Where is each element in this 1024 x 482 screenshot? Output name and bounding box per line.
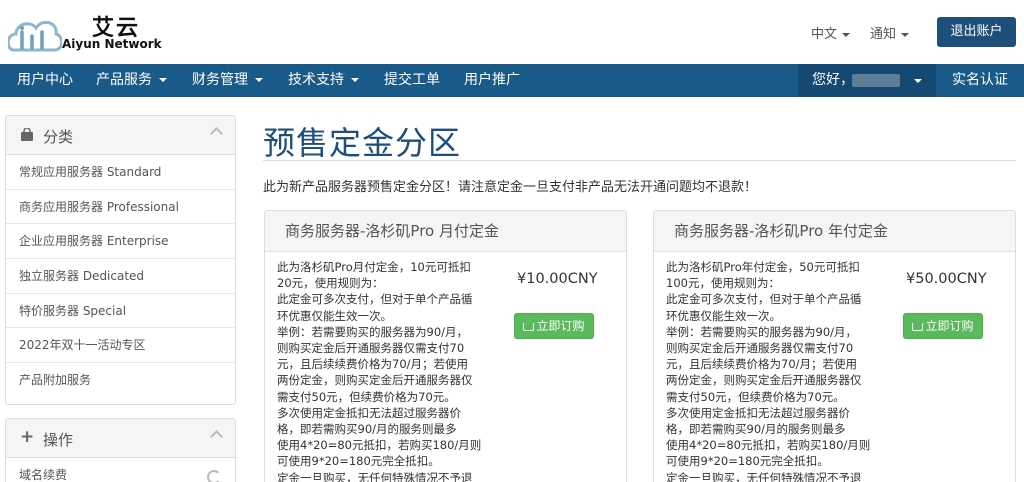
description-line: 两份定金，则购买定金后开通服务器仅 [666, 373, 862, 388]
description-line: 可使用9*20=180元完全抵扣。 [666, 454, 829, 469]
sidebar-item-addons[interactable]: 产品附加服务 [6, 363, 235, 398]
categories-panel-header[interactable]: 分类 [6, 116, 235, 155]
categories-panel: 分类 常规应用服务器 Standard 商务应用服务器 Professional… [5, 115, 236, 405]
sidebar-item-enterprise[interactable]: 企业应用服务器 Enterprise [6, 224, 235, 260]
cart-icon [912, 323, 924, 331]
description-line: 举例：若需要购买的服务器为90/月， [666, 324, 858, 339]
description-line: 则购买定金后开通服务器仅需支付70 [666, 341, 854, 356]
description-line: 环优惠仅能生效一次。 [666, 308, 781, 323]
title-divider [263, 160, 1016, 161]
nav-label: 用户推广 [464, 72, 520, 88]
description-line: 元，且后续续费价格为70/月；若使用 [277, 357, 469, 372]
chevron-up-icon[interactable] [210, 430, 223, 443]
nav-support[interactable]: 技术支持 [288, 64, 359, 97]
description-line: 定金一旦购买，无任何特殊情况不予退 [277, 470, 473, 482]
notice-text: 此为新产品服务器预售定金分区！请注意定金一旦支付非产品无法开通问题均不退款！ [263, 180, 758, 195]
description-line: 多次使用定金抵扣无法超过服务器价 [277, 405, 461, 420]
product-name: 商务服务器-洛杉矶Pro 年付定金 [654, 211, 1015, 252]
description-line: 此定金可多次支付，但对于单个产品循 [277, 292, 473, 307]
redacted-username [852, 74, 900, 87]
sidebar-item-domain-renew[interactable]: 域名续费 [6, 458, 235, 482]
chevron-down-icon [255, 78, 263, 82]
cart-icon [523, 323, 535, 331]
nav-label: 提交工单 [384, 72, 440, 88]
description-line: 使用4*20=80元抵扣，若购买180/月则 [277, 438, 482, 453]
product-card-yearly: 商务服务器-洛杉矶Pro 年付定金 此为洛杉矶Pro年付定金，50元可抵扣 10… [653, 210, 1016, 482]
product-description: 此为洛杉矶Pro年付定金，50元可抵扣 100元，使用规则为： 此定金可多次支付… [666, 259, 871, 482]
actions-title: 操作 [43, 431, 74, 449]
description-line: 20元，使用规则为： [277, 276, 384, 291]
order-label: 立即订购 [536, 319, 585, 333]
actions-panel: + 操作 域名续费 [5, 418, 236, 482]
order-label: 立即订购 [925, 319, 974, 333]
description-line: 100元，使用规则为： [666, 276, 780, 291]
brand-name-en: Aiyun Network [62, 37, 162, 51]
chevron-down-icon [914, 79, 922, 83]
nav-submit-ticket[interactable]: 提交工单 [384, 64, 440, 97]
logout-button[interactable]: 退出账户 [937, 17, 1016, 47]
language-label: 中文 [811, 27, 838, 42]
sidebar-item-standard[interactable]: 常规应用服务器 Standard [6, 155, 235, 190]
notifications-dropdown[interactable]: 通知 [870, 23, 910, 42]
description-line: 此为洛杉矶Pro月付定金，10元可抵扣 [277, 260, 471, 274]
order-now-button[interactable]: 立即订购 [903, 313, 983, 339]
main-nav: 用户中心 产品服务 财务管理 技术支持 提交工单 用户推广 您好， 实名认证 [0, 64, 1024, 97]
description-line: 举例：若需要购买的服务器为90/月， [277, 324, 469, 339]
top-header: 艾云 Aiyun Network 中文 通知 退出账户 [0, 0, 1024, 64]
description-line: 需支付50元，但续费价格为70元。 [666, 389, 845, 404]
product-price: ¥50.00CNY [906, 271, 987, 287]
product-card-monthly: 商务服务器-洛杉矶Pro 月付定金 此为洛杉矶Pro月付定金，10元可抵扣 20… [264, 210, 627, 482]
nav-label: 财务管理 [192, 72, 248, 88]
sidebar-item-special[interactable]: 特价服务器 Special [6, 294, 235, 329]
sidebar-item-professional[interactable]: 商务应用服务器 Professional [6, 190, 235, 225]
nav-finance[interactable]: 财务管理 [192, 64, 263, 97]
user-account-dropdown[interactable]: 您好， [798, 64, 936, 97]
nav-affiliates[interactable]: 用户推广 [464, 64, 520, 97]
notifications-label: 通知 [870, 27, 897, 42]
actions-panel-header[interactable]: + 操作 [6, 419, 235, 458]
description-line: 需支付50元，但续费价格为70元。 [277, 389, 456, 404]
description-line: 此定金可多次支付，但对于单个产品循 [666, 292, 862, 307]
sidebar-item-label: 域名续费 [19, 468, 68, 482]
description-line: 则购买定金后开通服务器仅需支付70 [277, 341, 465, 356]
nav-label: 技术支持 [288, 72, 344, 88]
page-title: 预售定金分区 [263, 124, 462, 162]
description-line: 元，且后续续费价格为70/月；若使用 [666, 357, 858, 372]
aiyun-cloud-logo-icon [8, 20, 62, 52]
nav-user-center[interactable]: 用户中心 [17, 64, 73, 97]
chevron-down-icon [842, 32, 851, 37]
plus-icon: + [20, 427, 35, 447]
chevron-down-icon [901, 32, 910, 37]
description-line: 此为洛杉矶Pro年付定金，50元可抵扣 [666, 260, 860, 274]
nav-products[interactable]: 产品服务 [96, 64, 167, 97]
description-line: 使用4*20=80元抵扣，若购买180/月则 [666, 438, 871, 453]
product-price: ¥10.00CNY [517, 271, 598, 287]
refresh-icon [207, 470, 221, 482]
description-line: 可使用9*20=180元完全抵扣。 [277, 454, 440, 469]
brand-logo[interactable]: 艾云 Aiyun Network [8, 6, 168, 58]
product-description: 此为洛杉矶Pro月付定金，10元可抵扣 20元，使用规则为： 此定金可多次支付，… [277, 259, 482, 482]
shopping-bag-icon [20, 127, 34, 146]
sidebar-item-dedicated[interactable]: 独立服务器 Dedicated [6, 259, 235, 294]
nav-label: 用户中心 [17, 72, 73, 88]
nav-label: 产品服务 [96, 72, 152, 88]
greeting-text: 您好， [812, 72, 854, 88]
description-line: 定金一旦购买，无任何特殊情况不予退 [666, 470, 862, 482]
sidebar-item-double11[interactable]: 2022年双十一活动专区 [6, 328, 235, 364]
description-line: 格，即若需购买90/月的服务则最多 [666, 422, 846, 437]
categories-title: 分类 [43, 128, 74, 146]
nav-realname-verification[interactable]: 实名认证 [936, 64, 1024, 97]
description-line: 格，即若需购买90/月的服务则最多 [277, 422, 457, 437]
chevron-down-icon [351, 78, 359, 82]
order-now-button[interactable]: 立即订购 [514, 313, 594, 339]
description-line: 环优惠仅能生效一次。 [277, 308, 392, 323]
language-dropdown[interactable]: 中文 [811, 23, 851, 42]
description-line: 两份定金，则购买定金后开通服务器仅 [277, 373, 473, 388]
chevron-down-icon [159, 78, 167, 82]
product-name: 商务服务器-洛杉矶Pro 月付定金 [265, 211, 626, 252]
description-line: 多次使用定金抵扣无法超过服务器价 [666, 405, 850, 420]
chevron-up-icon[interactable] [210, 127, 223, 140]
